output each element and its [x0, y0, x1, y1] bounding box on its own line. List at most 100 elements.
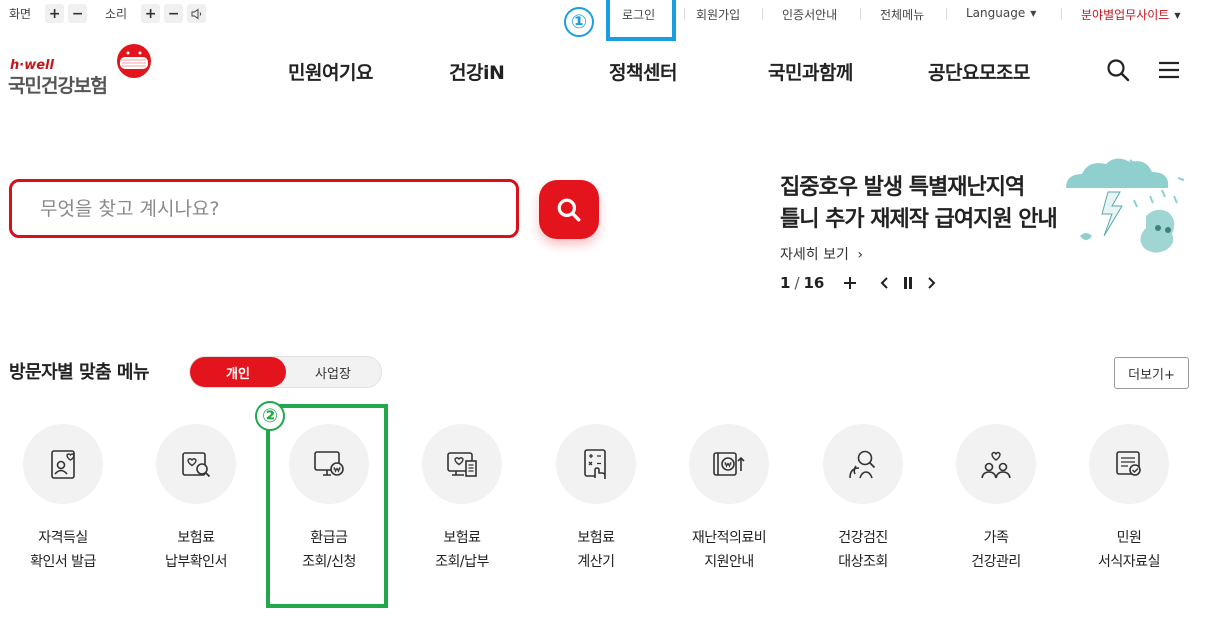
quick-menu-icon-circle [1089, 424, 1169, 504]
nav-item-with-citizens[interactable]: 국민과함께 [768, 58, 853, 85]
chevron-right-icon [928, 277, 936, 289]
speaker-button[interactable] [187, 4, 207, 23]
banner-pagination: 1/16 [780, 274, 825, 292]
certificate-guide-link[interactable]: 인증서안내 [782, 6, 837, 23]
quick-menu-item[interactable]: 자격득실 확인서 발급 [8, 424, 118, 574]
quick-menu-item[interactable]: 재난적의료비 지원안내 [674, 424, 784, 574]
annotation-number-1: ① [564, 7, 594, 37]
banner-title-line2: 틀니 추가 재제작 급여지원 안내 [780, 207, 1058, 232]
screen-zoom-out-button[interactable]: − [68, 4, 88, 23]
quick-menu-item[interactable]: 보험료 조회/납부 [407, 424, 517, 574]
banner-next-button[interactable] [927, 277, 936, 289]
quick-menu-label-line2: 확인서 발급 [30, 554, 96, 570]
quick-menu-label-line1: 건강검진 [838, 530, 888, 546]
quick-menu-icon-circle [956, 424, 1036, 504]
nav-item-about-nhis[interactable]: 공단요모조모 [928, 58, 1030, 85]
quick-menu-label-line2: 지원안내 [704, 554, 754, 570]
quick-menu-label: 보험료 계산기 [541, 526, 651, 574]
quick-menu-label: 가족 건강관리 [941, 526, 1051, 574]
pause-icon [904, 277, 913, 289]
search-icon[interactable] [1106, 58, 1130, 82]
sound-label: 소리 [105, 7, 128, 21]
divider [762, 8, 763, 20]
divider [946, 8, 947, 20]
quick-menu-item[interactable]: 민원 서식자료실 [1074, 424, 1184, 574]
quick-menu-label: 건강검진 대상조회 [808, 526, 918, 574]
quick-menu-icon-circle [23, 424, 103, 504]
banner-controls: 1/16 [780, 274, 936, 292]
business-sites-label: 분야별업무사이트 [1081, 8, 1170, 22]
divider [1061, 8, 1062, 20]
caret-down-icon: ▼ [1030, 9, 1037, 18]
quick-menu-label-line2: 대상조회 [838, 554, 888, 570]
quick-menu-item[interactable]: 건강검진 대상조회 [808, 424, 918, 574]
search-button[interactable] [539, 180, 599, 239]
banner-detail-link[interactable]: 자세히 보기 › [780, 244, 863, 264]
quick-menu-label: 보험료 조회/납부 [407, 526, 517, 574]
banner-total-pages: 16 [803, 274, 825, 292]
annotation-box-refund [266, 404, 388, 608]
quick-menu-label: 보험료 납부확인서 [141, 526, 251, 574]
speaker-icon [191, 8, 201, 19]
annotation-box-login [606, 0, 676, 41]
quick-menu-item[interactable]: 보험료 납부확인서 [141, 424, 251, 574]
banner-title-line1: 집중호우 발생 특별재난지역 [780, 175, 1025, 200]
chevron-right-icon: › [857, 247, 863, 263]
won-support-icon [713, 452, 745, 476]
quick-menu-label-line2: 건강관리 [971, 554, 1021, 570]
banner-current-page: 1 [780, 274, 791, 292]
quick-menu-label: 민원 서식자료실 [1074, 526, 1184, 574]
banner-prev-button[interactable] [880, 277, 889, 289]
volume-down-button[interactable]: − [164, 4, 184, 23]
quick-menu-label: 자격득실 확인서 발급 [8, 526, 118, 574]
plus-icon [844, 277, 857, 289]
quick-menu-icon-circle [156, 424, 236, 504]
quick-menu-item[interactable]: 보험료 계산기 [541, 424, 651, 574]
nav-item-policy-center[interactable]: 정책센터 [609, 58, 677, 85]
nav-item-health-in[interactable]: 건강iN [449, 58, 505, 85]
person-search-icon [849, 450, 876, 479]
quick-menu-label-line2: 조회/납부 [435, 554, 489, 570]
search-box [9, 179, 519, 238]
quick-menu-label-line2: 서식자료실 [1098, 554, 1160, 570]
language-selector[interactable]: Language ▼ [966, 6, 1036, 20]
screen-zoom-controls: 화면 + − [9, 4, 88, 23]
quick-menu-label-line1: 가족 [983, 530, 1009, 546]
section-title: 방문자별 맞춤 메뉴 [9, 362, 150, 383]
divider [684, 8, 685, 20]
calculator-icon [584, 449, 606, 479]
quick-menu-label: 재난적의료비 지원안내 [674, 526, 784, 574]
hamburger-menu-icon[interactable] [1157, 58, 1181, 82]
tab-business[interactable]: 사업장 [285, 357, 381, 387]
signup-link[interactable]: 회원가입 [696, 6, 740, 23]
quick-menu-icon-circle [689, 424, 769, 504]
annotation-number-2: ② [255, 401, 285, 431]
nav-item-civil-service[interactable]: 민원여기요 [288, 58, 373, 85]
quick-menu-label-line1: 보험료 [443, 530, 481, 546]
more-button[interactable]: 더보기+ [1114, 357, 1189, 389]
quick-menu-label-line1: 민원 [1116, 530, 1142, 546]
banner-pause-button[interactable] [903, 277, 913, 289]
chevron-left-icon [880, 277, 889, 289]
main-navigation: 민원여기요 건강iN 정책센터 국민과함께 공단요모조모 [0, 58, 1218, 88]
sound-controls: 소리 + − [105, 4, 207, 23]
tab-personal[interactable]: 개인 [190, 357, 286, 387]
screen-zoom-in-button[interactable]: + [45, 4, 65, 23]
id-card-icon [51, 450, 75, 479]
quick-menu-label-line2: 납부확인서 [165, 554, 227, 570]
quick-menu-item[interactable]: 가족 건강관리 [941, 424, 1051, 574]
volume-up-button[interactable]: + [141, 4, 161, 23]
divider [860, 8, 861, 20]
banner-title[interactable]: 집중호우 발생 특별재난지역 틀니 추가 재제작 급여지원 안내 [780, 172, 1080, 236]
quick-menu-label-line2: 계산기 [577, 554, 615, 570]
storm-illustration-icon [1066, 158, 1185, 253]
business-sites-selector[interactable]: 분야별업무사이트 ▼ [1081, 6, 1180, 23]
quick-menu-label-line1: 보험료 [577, 530, 615, 546]
quick-menu-icon-circle [823, 424, 903, 504]
screen-zoom-label: 화면 [9, 7, 32, 21]
banner-add-button[interactable] [844, 277, 857, 289]
caret-down-icon: ▼ [1174, 11, 1181, 20]
monitor-receipt-icon [447, 452, 477, 477]
full-menu-link[interactable]: 전체메뉴 [880, 6, 924, 23]
search-input[interactable] [12, 182, 516, 235]
